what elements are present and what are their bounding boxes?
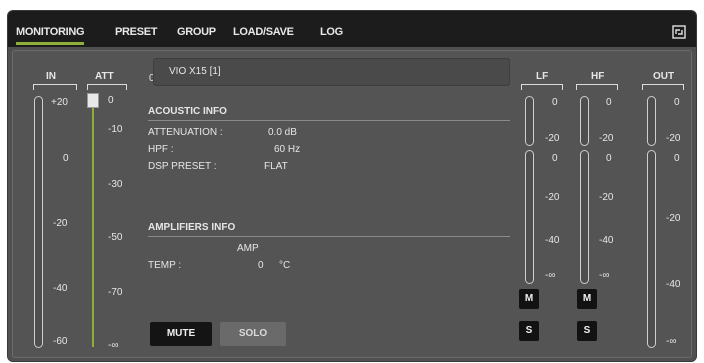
attenuation-slider-handle[interactable] — [87, 93, 99, 108]
attenuation-slider-track[interactable] — [92, 99, 94, 347]
out-scale-label: -40 — [666, 279, 681, 290]
out-meter-bracket — [642, 84, 684, 90]
hpf-label: HPF : — [148, 144, 174, 155]
hf-scale-label: -20 — [599, 192, 614, 203]
out-scale-label: -20 — [666, 213, 681, 224]
mute-button[interactable]: MUTE — [150, 322, 212, 346]
out-lower-meter — [647, 150, 656, 348]
dsp-preset-label: DSP PRESET : — [148, 161, 217, 172]
hf-scale-label: 0 — [606, 153, 612, 164]
amplifiers-info-divider — [148, 236, 510, 237]
device-name-field[interactable]: VIO X15 [1] — [153, 58, 510, 86]
temp-value: 0 — [258, 260, 264, 271]
lf-meter-bracket — [521, 84, 563, 90]
amplifiers-info-title: AMPLIFIERS INFO — [148, 222, 236, 233]
attenuation-value: 0.0 dB — [268, 127, 297, 138]
att-scale-label: -∞ — [108, 340, 119, 351]
out-scale-label: 0 — [674, 153, 680, 164]
out-scale-label: 0 — [674, 97, 680, 108]
device-name: VIO X15 [1] — [169, 66, 221, 77]
att-scale-label: -50 — [108, 232, 123, 243]
hf-mute-button[interactable]: M — [577, 289, 597, 309]
in-scale-label: +20 — [51, 97, 68, 108]
out-scale-label: -∞ — [666, 336, 677, 347]
att-scale-label: 0 — [108, 95, 114, 106]
hf-meter-label: HF — [591, 71, 605, 82]
in-scale-label: -40 — [53, 283, 68, 294]
att-bracket — [87, 84, 127, 90]
hf-scale-label: -40 — [599, 235, 614, 246]
hf-scale-label: -20 — [599, 133, 614, 144]
in-scale-label: -60 — [53, 336, 68, 347]
acoustic-info-title: ACOUSTIC INFO — [148, 106, 227, 117]
lf-mute-button[interactable]: M — [519, 289, 539, 309]
in-level-meter — [34, 96, 43, 348]
hf-meter-bracket — [576, 84, 618, 90]
in-meter-label: IN — [46, 71, 56, 82]
hf-scale-label: -∞ — [599, 270, 610, 281]
lf-solo-button[interactable]: S — [519, 321, 539, 341]
hf-lower-meter — [580, 150, 589, 284]
lf-scale-label: -∞ — [545, 270, 556, 281]
hf-solo-button[interactable]: S — [577, 321, 597, 341]
out-upper-meter — [647, 96, 656, 146]
hpf-value: 60 Hz — [274, 144, 301, 155]
lf-meter-label: LF — [536, 71, 549, 82]
dsp-preset-value: FLAT — [264, 161, 288, 172]
temp-unit: °C — [279, 260, 291, 271]
lf-scale-label: 0 — [552, 153, 558, 164]
attenuation-label: ATTENUATION : — [148, 127, 223, 138]
in-scale-label: 0 — [63, 153, 69, 164]
att-scale-label: -30 — [108, 179, 123, 190]
temp-label: TEMP : — [148, 260, 182, 271]
in-scale-label: -20 — [53, 218, 68, 229]
amp-column-label: AMP — [237, 243, 259, 254]
lf-lower-meter — [525, 150, 534, 284]
lf-upper-meter — [525, 96, 534, 146]
hf-scale-label: 0 — [606, 97, 612, 108]
lf-scale-label: -20 — [545, 133, 560, 144]
out-scale-label: -20 — [666, 133, 681, 144]
att-scale-label: -70 — [108, 287, 123, 298]
att-label: ATT — [95, 71, 114, 82]
solo-button[interactable]: SOLO — [220, 322, 286, 346]
acoustic-info-divider — [148, 120, 510, 121]
att-scale-label: -10 — [108, 124, 123, 135]
lf-scale-label: 0 — [552, 97, 558, 108]
lf-scale-label: -20 — [545, 192, 560, 203]
lf-scale-label: -40 — [545, 235, 560, 246]
in-meter-bracket — [33, 84, 77, 90]
out-meter-label: OUT — [653, 71, 675, 82]
hf-upper-meter — [580, 96, 589, 146]
monitoring-panel — [12, 50, 692, 358]
